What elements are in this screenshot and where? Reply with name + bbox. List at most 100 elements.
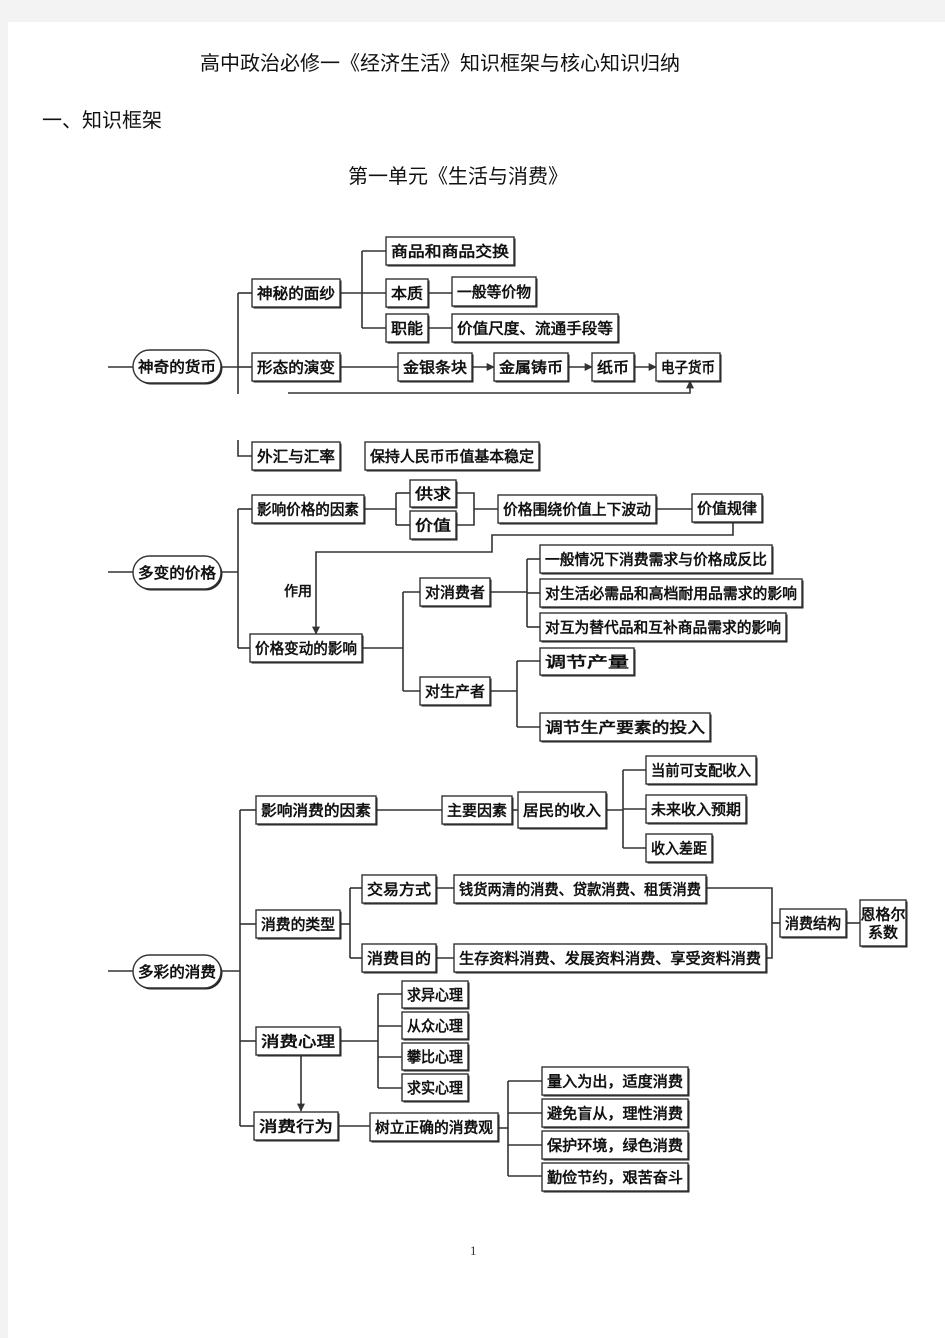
- page-number: 1: [470, 1243, 477, 1258]
- form-node-gold-silver-label: 金银条块: [402, 358, 468, 376]
- form-node-paper-money-label: 纸币: [597, 358, 629, 376]
- general-equivalent-node: 一般等价物: [451, 276, 538, 308]
- functions-detail-node-label: 价值尺度、流通手段等: [457, 319, 613, 337]
- income-item-node: 收入差距: [645, 833, 714, 864]
- commodity-exchange-node-label: 商品和商品交换: [391, 242, 510, 260]
- factors-join: [456, 492, 475, 526]
- value-node-label: 价值: [415, 516, 451, 534]
- producer-item-node: 调节生产要素的投入: [539, 712, 712, 743]
- view-item-node-label: 避免盲从，理性消费: [547, 1104, 683, 1122]
- purpose-node: 消费目的: [361, 943, 438, 974]
- producer-item-node: 调节产量: [539, 647, 636, 677]
- psychology-item-node: 求异心理: [401, 980, 470, 1010]
- psychology-item-node: 攀比心理: [401, 1042, 470, 1072]
- psychology-item-node: 求实心理: [401, 1073, 470, 1103]
- producers-node-label: 对生产者: [425, 682, 485, 700]
- psychology-item-node-label: 求实心理: [407, 1079, 463, 1097]
- price-root-node: 多变的价格: [132, 555, 223, 591]
- consumer-item-node: 对互为替代品和互补商品需求的影响: [539, 612, 788, 643]
- consumers-node-label: 对消费者: [425, 583, 485, 601]
- value-node: 价值: [409, 510, 458, 541]
- law-of-value-node-label: 价值规律: [697, 499, 757, 517]
- price-root-node-label: 多变的价格: [138, 564, 217, 582]
- effect-label: 作用: [284, 583, 312, 600]
- psychology-item-node-label: 求异心理: [407, 986, 463, 1004]
- consumption-root-node: 多彩的消费: [132, 954, 223, 990]
- consumers-node: 对消费者: [419, 577, 492, 608]
- correct-view-node: 树立正确的消费观: [369, 1112, 500, 1143]
- form-node-gold-silver: 金银条块: [397, 352, 474, 383]
- trade-detail-node-label: 钱货两清的消费、贷款消费、租赁消费: [459, 880, 701, 898]
- essence-node-label: 本质: [391, 284, 423, 302]
- money-root-node-label: 神奇的货币: [138, 358, 216, 376]
- essence-node: 本质: [385, 278, 430, 309]
- price-impact-node-label: 价格变动的影响: [255, 639, 357, 657]
- price-factors-node: 影响价格的因素: [251, 494, 366, 525]
- functions-detail-node: 价值尺度、流通手段等: [451, 313, 620, 344]
- forex-detail-node: 保持人民币币值基本稳定: [364, 441, 541, 472]
- view-item-node-label: 量入为出，适度消费: [547, 1072, 683, 1090]
- income-item-node: 未来收入预期: [645, 794, 748, 825]
- forex-node: 外汇与汇率: [251, 441, 342, 472]
- psychology-node-label: 消费心理: [261, 1032, 335, 1050]
- consumer-item-node: 一般情况下消费需求与价格成反比: [539, 544, 774, 575]
- view-item-node: 保护环境，绿色消费: [541, 1130, 690, 1161]
- trade-method-node-label: 交易方式: [367, 880, 431, 898]
- general-equivalent-node-label: 一般等价物: [457, 283, 531, 301]
- producer-item-node-label: 调节产量: [545, 653, 629, 671]
- psychology-item-node-label: 攀比心理: [406, 1048, 463, 1066]
- structure-node: 消费结构: [779, 908, 848, 939]
- view-item-node: 勤俭节约，艰苦奋斗: [541, 1162, 690, 1193]
- engel-node-label: 恩格尔: [860, 905, 905, 923]
- income-item-node-label: 当前可支配收入: [651, 761, 751, 779]
- trade-detail-node: 钱货两清的消费、贷款消费、租赁消费: [453, 874, 708, 905]
- income-node-label: 居民的收入: [523, 801, 601, 819]
- view-item-node: 量入为出，适度消费: [541, 1066, 690, 1097]
- consumer-item-node-label: 对生活必需品和高档耐用品需求的影响: [545, 584, 797, 602]
- form-node-e-money-label: 电子货币: [661, 358, 715, 376]
- income-item-node-label: 收入差距: [651, 839, 707, 857]
- forms-return-line: [288, 380, 694, 394]
- form-node-metal-coin: 金属铸币: [493, 352, 570, 383]
- psychology-node: 消费心理: [255, 1026, 342, 1057]
- view-item-node-label: 勤俭节约，艰苦奋斗: [547, 1168, 683, 1186]
- view-item-node-label: 保护环境，绿色消费: [546, 1136, 683, 1154]
- producer-item-node-label: 调节生产要素的投入: [545, 718, 705, 736]
- purpose-detail-node: 生存资料消费、发展资料消费、享受资料消费: [453, 943, 768, 974]
- correct-view-node-label: 树立正确的消费观: [375, 1118, 493, 1136]
- engel-node: 恩格尔系数: [859, 899, 908, 948]
- main-factor-node-label: 主要因素: [447, 801, 507, 819]
- purpose-detail-node-label: 生存资料消费、发展资料消费、享受资料消费: [459, 949, 761, 967]
- fluctuation-node: 价格围绕价值上下波动: [497, 494, 658, 525]
- functions-node: 职能: [385, 313, 430, 344]
- form-node-metal-coin-label: 金属铸币: [498, 358, 563, 376]
- consumer-item-node: 对生活必需品和高档耐用品需求的影响: [539, 578, 804, 609]
- view-item-node: 避免盲从，理性消费: [541, 1098, 690, 1129]
- engel-node-label: 系数: [868, 923, 899, 941]
- price-factors-node-label: 影响价格的因素: [257, 500, 359, 518]
- knowledge-framework-diagram: 神奇的货币 神秘的面纱 商品和商品交换本质 一般等价物职能 价值尺度、流通手段等形态的演…: [108, 236, 908, 1193]
- consumption-root-node-label: 多彩的消费: [138, 963, 216, 981]
- money-root-node: 神奇的货币: [132, 349, 223, 385]
- form-node-paper-money: 纸币: [591, 352, 636, 383]
- evolution-node-label: 形态的演变: [257, 358, 335, 376]
- income-item-node-label: 未来收入预期: [650, 800, 741, 818]
- consumption-factors-node-label: 影响消费的因素: [261, 801, 371, 819]
- money-veil-node: 神秘的面纱: [251, 278, 342, 309]
- functions-node-label: 职能: [391, 319, 423, 337]
- form-node-e-money: 电子货币: [655, 352, 722, 383]
- trade-method-node: 交易方式: [361, 874, 438, 905]
- psychology-item-node: 从众心理: [401, 1011, 470, 1041]
- money-veil-node-label: 神秘的面纱: [257, 284, 335, 302]
- law-of-value-node: 价值规律: [691, 493, 764, 524]
- consumer-item-node-label: 对互为替代品和互补商品需求的影响: [545, 618, 781, 636]
- purpose-node-label: 消费目的: [367, 949, 431, 967]
- income-node: 居民的收入: [517, 791, 608, 830]
- producers-node: 对生产者: [419, 676, 492, 707]
- consumption-types-node-label: 消费的类型: [261, 915, 335, 933]
- price-impact-node: 价格变动的影响: [249, 633, 364, 664]
- income-item-node: 当前可支配收入: [645, 755, 758, 786]
- forex-node-label: 外汇与汇率: [256, 447, 335, 465]
- money-forex-branch: [237, 440, 252, 457]
- supply-demand-node: 供求: [409, 479, 458, 509]
